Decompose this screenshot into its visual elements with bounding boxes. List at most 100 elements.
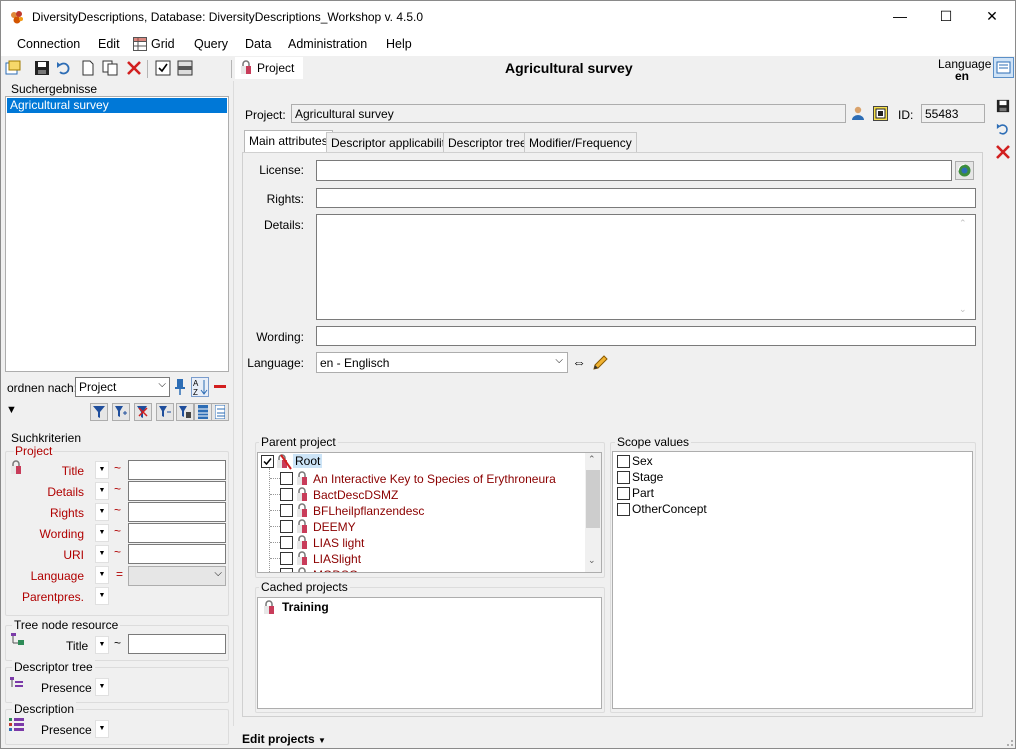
scroll-down-icon[interactable]: ⌄ <box>959 304 967 315</box>
filter-next-button[interactable] <box>156 403 174 421</box>
parent-project-tree[interactable]: Root An Interactive Key to Species of Er… <box>257 452 602 573</box>
scroll-up-icon[interactable]: ⌃ <box>959 218 967 229</box>
presence-dropdown[interactable]: ▼ <box>95 678 109 696</box>
tree-row[interactable]: BactDescDSMZ <box>258 486 588 502</box>
check-icon[interactable] <box>155 60 171 76</box>
order-select[interactable]: Project ⌵ <box>75 377 170 397</box>
close-button[interactable]: ✕ <box>969 1 1015 32</box>
results-list[interactable]: Agricultural survey <box>5 96 229 372</box>
menu-data[interactable]: Data <box>245 37 271 51</box>
presence-dropdown[interactable]: ▼ <box>95 720 109 738</box>
swap-icon[interactable]: ⇔ <box>572 354 586 370</box>
expand-arrow-icon[interactable]: ▼ <box>6 404 17 416</box>
pin-icon[interactable] <box>172 378 188 396</box>
menu-query[interactable]: Query <box>194 37 228 51</box>
query-rights-input[interactable] <box>128 502 226 522</box>
user-icon[interactable] <box>851 106 865 121</box>
language-select[interactable]: en - Englisch ⌵ <box>316 352 568 373</box>
tree-checkbox[interactable] <box>280 568 293 572</box>
filter-add-button[interactable] <box>112 403 130 421</box>
tree-row[interactable]: BFLheilpflanzendesc <box>258 502 588 518</box>
copy-icon[interactable] <box>102 60 118 76</box>
delete-icon[interactable] <box>995 144 1011 160</box>
root-checkbox[interactable] <box>261 455 274 468</box>
tree-checkbox[interactable] <box>280 488 293 501</box>
query-op-dropdown[interactable]: ▼ <box>95 524 109 542</box>
tree-row[interactable]: MODSO... <box>258 566 588 572</box>
tab-descriptor-tree[interactable]: Descriptor tree <box>443 132 532 152</box>
scope-checkbox[interactable] <box>617 471 630 484</box>
list-detail-button[interactable] <box>211 403 229 421</box>
barcode-icon[interactable] <box>873 106 888 121</box>
panel-icon[interactable] <box>177 60 193 76</box>
tree-row[interactable]: An Interactive Key to Species of Erythro… <box>258 470 588 486</box>
new-window-icon[interactable] <box>5 60 21 76</box>
list-item[interactable]: Agricultural survey <box>7 98 227 113</box>
menu-grid[interactable]: Grid <box>151 37 175 51</box>
remove-icon[interactable] <box>212 377 228 397</box>
query-language-select[interactable]: ⌵ <box>128 566 226 586</box>
scope-checkbox[interactable] <box>617 503 630 516</box>
query-uri-input[interactable] <box>128 544 226 564</box>
query-op-dropdown[interactable]: ▼ <box>95 482 109 500</box>
wording-input[interactable] <box>316 326 976 346</box>
scroll-up-icon[interactable]: ⌃ <box>588 454 596 465</box>
save-icon[interactable] <box>34 60 50 76</box>
info-panel-icon[interactable] <box>993 57 1014 78</box>
query-details-input[interactable] <box>128 481 226 501</box>
license-input[interactable] <box>316 160 952 181</box>
cached-projects-list[interactable]: Training <box>257 597 602 709</box>
rights-input[interactable] <box>316 188 976 208</box>
resize-grip-icon[interactable] <box>1004 736 1014 746</box>
scroll-down-icon[interactable]: ⌄ <box>588 555 596 566</box>
tree-node-title-input[interactable] <box>128 634 226 654</box>
scope-checkbox[interactable] <box>617 487 630 500</box>
tree-row[interactable]: LIAS light <box>258 534 588 550</box>
query-op-dropdown[interactable]: ▼ <box>95 545 109 563</box>
query-op-dropdown[interactable]: ▼ <box>95 566 109 584</box>
query-title-input[interactable] <box>128 460 226 480</box>
project-tab[interactable]: Project <box>235 57 303 79</box>
filter-button[interactable] <box>90 403 108 421</box>
filter-list-button[interactable] <box>176 403 194 421</box>
tree-row[interactable]: DEEMY <box>258 518 588 534</box>
tree-checkbox[interactable] <box>280 552 293 565</box>
menu-help[interactable]: Help <box>386 37 412 51</box>
new-document-icon[interactable] <box>80 60 96 76</box>
minimize-button[interactable]: — <box>877 1 923 32</box>
query-wording-input[interactable] <box>128 523 226 543</box>
tab-descriptor-applicability[interactable]: Descriptor applicability <box>326 132 457 152</box>
tree-checkbox[interactable] <box>280 536 293 549</box>
undo-icon[interactable] <box>56 60 72 76</box>
tree-checkbox[interactable] <box>280 504 293 517</box>
details-textarea[interactable] <box>316 214 976 320</box>
filter-remove-button[interactable] <box>134 403 152 421</box>
tree-checkbox[interactable] <box>280 472 293 485</box>
root-label[interactable]: Root <box>293 454 323 468</box>
scope-checkbox[interactable] <box>617 455 630 468</box>
license-browse-icon[interactable] <box>955 161 974 180</box>
query-op-dropdown[interactable]: ▼ <box>95 587 109 605</box>
maximize-button[interactable]: ☐ <box>923 1 969 32</box>
query-op-dropdown[interactable]: ▼ <box>95 503 109 521</box>
list-view-button[interactable] <box>194 403 212 421</box>
menu-connection[interactable]: Connection <box>17 37 80 51</box>
menu-administration[interactable]: Administration <box>288 37 367 51</box>
sort-az-icon[interactable]: AZ <box>191 377 209 397</box>
edit-pencil-icon[interactable] <box>592 354 609 371</box>
edit-projects-menu[interactable]: Edit projects ▼ <box>242 732 326 746</box>
tab-modifier-frequency[interactable]: Modifier/Frequency <box>524 132 637 152</box>
splitter[interactable] <box>233 81 234 726</box>
menu-edit[interactable]: Edit <box>98 37 120 51</box>
scrollbar[interactable]: ⌃ ⌄ <box>585 453 601 572</box>
tree-row[interactable]: LIASlight <box>258 550 588 566</box>
cached-project-item[interactable]: Training <box>282 600 329 614</box>
tab-main-attributes[interactable]: Main attributes <box>244 130 333 153</box>
save-icon[interactable] <box>996 99 1010 113</box>
undo-icon[interactable] <box>996 122 1010 136</box>
query-op-dropdown[interactable]: ▼ <box>95 636 109 654</box>
scope-values-list[interactable]: Sex Stage Part OtherConcept <box>612 451 973 709</box>
scrollbar-thumb[interactable] <box>586 470 600 528</box>
query-op-dropdown[interactable]: ▼ <box>95 461 109 479</box>
tree-checkbox[interactable] <box>280 520 293 533</box>
